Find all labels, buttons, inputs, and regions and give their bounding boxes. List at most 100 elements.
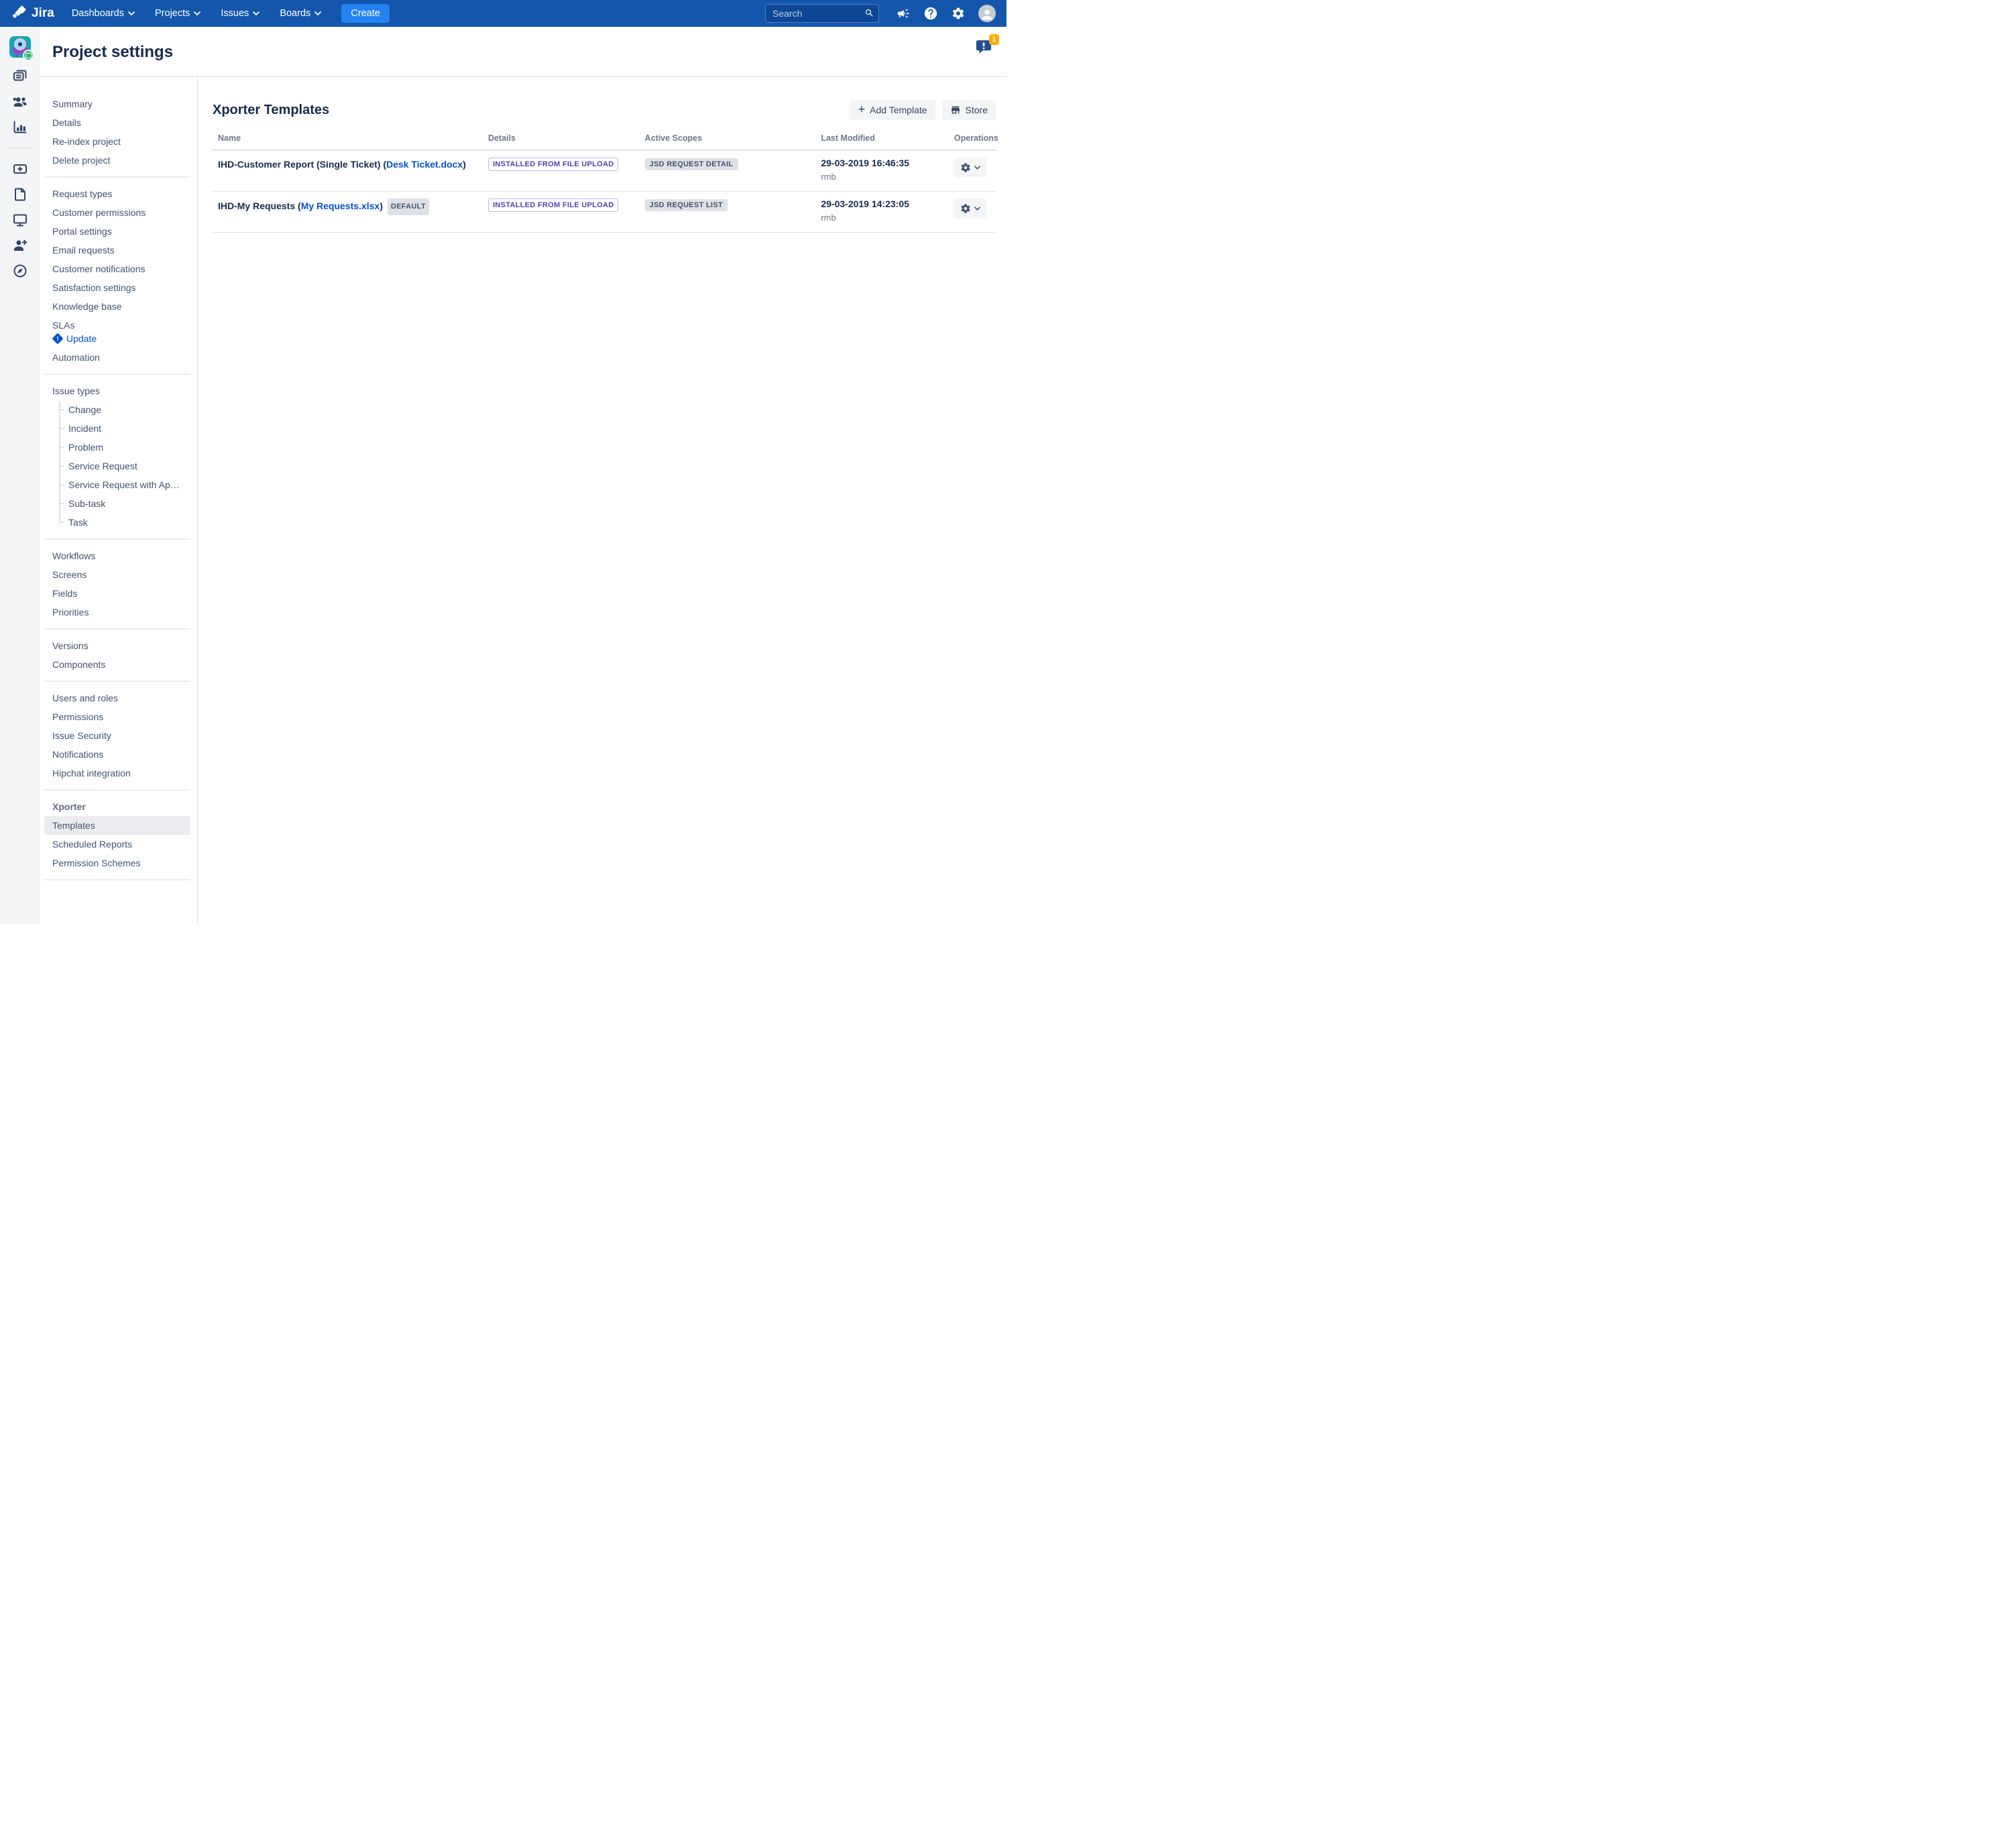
raise-request-icon[interactable] [12,161,28,177]
sidebar-item-permissions[interactable]: Permissions [44,707,190,726]
megaphone-icon[interactable] [897,7,910,20]
jira-brand-text: Jira [32,6,54,21]
sidebar-item-scheduled-reports[interactable]: Scheduled Reports [44,835,190,854]
nav-item-boards[interactable]: Boards [280,8,321,19]
sidebar-item-templates[interactable]: Templates [44,816,190,835]
reports-icon[interactable] [12,119,28,135]
sidebar-divider [44,879,190,880]
discover-apps-icon[interactable] [12,263,28,279]
sidebar-divider [44,373,190,375]
top-navigation-bar: Jira Dashboards Projects Issues Boards C… [0,0,1006,27]
sidebar-item-sub-task[interactable]: Sub-task [66,494,190,513]
sidebar-item-versions[interactable]: Versions [44,636,190,655]
tree-node: Problem [59,438,190,457]
template-modified-cell: 29-03-2019 14:23:05 rmb [815,192,949,233]
slas-update-link-row[interactable]: ! Update [44,332,190,348]
chevron-down-icon [128,11,135,15]
sidebar-item-delete-project[interactable]: Delete project [44,151,190,170]
sidebar-item-hipchat-integration[interactable]: Hipchat integration [44,764,190,783]
sidebar-item-service-request-with-approvals[interactable]: Service Request with Appr... [66,475,190,494]
template-file-link[interactable]: Desk Ticket.docx [386,159,463,170]
sidebar-item-portal-settings[interactable]: Portal settings [44,222,190,241]
sidebar-item-priorities[interactable]: Priorities [44,603,190,622]
add-template-button[interactable]: + Add Template [850,100,935,120]
sidebar-item-knowledge-base[interactable]: Knowledge base [44,297,190,316]
sidebar-item-customer-notifications[interactable]: Customer notifications [44,259,190,278]
store-button[interactable]: Store [942,100,996,120]
help-icon[interactable] [923,6,938,21]
customers-icon[interactable] [12,94,28,110]
update-alert-icon: ! [52,333,64,345]
create-button[interactable]: Create [341,4,390,23]
nav-item-dashboards[interactable]: Dashboards [72,8,135,19]
templates-table: Name Details Active Scopes Last Modified… [213,133,996,233]
sidebar-item-satisfaction-settings[interactable]: Satisfaction settings [44,278,190,297]
sidebar-item-request-types[interactable]: Request types [44,184,190,203]
sidebar-item-change[interactable]: Change [66,400,190,419]
sidebar-item-permission-schemes[interactable]: Permission Schemes [44,854,190,872]
template-operations-cell [949,150,996,192]
sidebar-item-problem[interactable]: Problem [66,438,190,457]
user-avatar[interactable] [978,5,996,22]
sidebar-item-customer-permissions[interactable]: Customer permissions [44,203,190,222]
page-title: Project settings [40,27,1006,62]
table-row: IHD-My Requests (My Requests.xlsx)DEFAUL… [213,192,996,233]
tree-node: Task [59,513,190,532]
sidebar-header-xporter: Xporter [44,797,190,816]
sidebar-item-task[interactable]: Task [66,513,190,532]
sidebar-item-automation[interactable]: Automation [44,348,190,367]
gear-icon[interactable] [952,7,965,20]
sidebar-item-components[interactable]: Components [44,655,190,674]
knowledge-base-icon[interactable] [12,186,28,203]
sidebar-item-reindex-project[interactable]: Re-index project [44,132,190,151]
rail-divider [9,148,32,149]
queues-icon[interactable] [12,68,28,84]
sidebar-divider [44,538,190,540]
sidebar-item-screens[interactable]: Screens [44,565,190,584]
template-details-cell: INSTALLED FROM FILE UPLOAD [483,150,640,192]
template-name-cell: IHD-My Requests (My Requests.xlsx)DEFAUL… [213,192,483,233]
jira-home-link[interactable]: Jira [11,5,54,21]
search-icon[interactable] [864,8,874,18]
sidebar-item-workflows[interactable]: Workflows [44,546,190,565]
tree-node: Incident [59,419,190,438]
chevron-down-icon [314,11,321,15]
sidebar-item-users-and-roles[interactable]: Users and roles [44,689,190,707]
sidebar-item-notifications[interactable]: Notifications [44,745,190,764]
template-scopes-cell: JSD REQUEST LIST [640,192,816,233]
nav-item-projects[interactable]: Projects [155,8,200,19]
column-header-active-scopes: Active Scopes [640,133,816,150]
sidebar-item-fields[interactable]: Fields [44,584,190,603]
project-icon-rail [0,27,40,924]
tree-node: Service Request with Appr... [59,475,190,494]
sidebar-divider [44,628,190,630]
search-input[interactable] [765,4,879,23]
sidebar-item-issue-security[interactable]: Issue Security [44,726,190,745]
default-badge: DEFAULT [388,198,429,215]
operations-menu-button[interactable] [954,158,986,178]
nav-item-issues[interactable]: Issues [221,8,260,19]
sidebar-item-details[interactable]: Details [44,113,190,132]
customer-channels-icon[interactable] [12,212,28,228]
column-header-last-modified: Last Modified [815,133,949,150]
sidebar-item-slas[interactable]: SLAs [44,316,190,332]
sidebar-item-issue-types[interactable]: Issue types [44,382,190,400]
tree-node: Service Request [59,457,190,475]
section-title: Xporter Templates [213,103,850,118]
sidebar-item-service-request[interactable]: Service Request [66,457,190,475]
modified-by: rmb [821,172,943,182]
jira-logo-icon [11,5,27,21]
template-file-link[interactable]: My Requests.xlsx [301,200,380,211]
notification-bubble-icon[interactable]: 1 [974,38,994,58]
invite-team-icon[interactable] [12,237,28,253]
slas-update-link[interactable]: Update [66,333,97,344]
scope-badge: JSD REQUEST DETAIL [645,158,738,170]
settings-sidebar: Summary Details Re-index project Delete … [40,77,198,924]
avatar-pupil-shape [18,42,22,46]
sidebar-item-incident[interactable]: Incident [66,419,190,438]
sidebar-item-summary[interactable]: Summary [44,95,190,113]
column-header-name: Name [213,133,483,150]
project-avatar[interactable] [9,36,31,58]
operations-menu-button[interactable] [954,198,986,219]
sidebar-item-email-requests[interactable]: Email requests [44,241,190,259]
